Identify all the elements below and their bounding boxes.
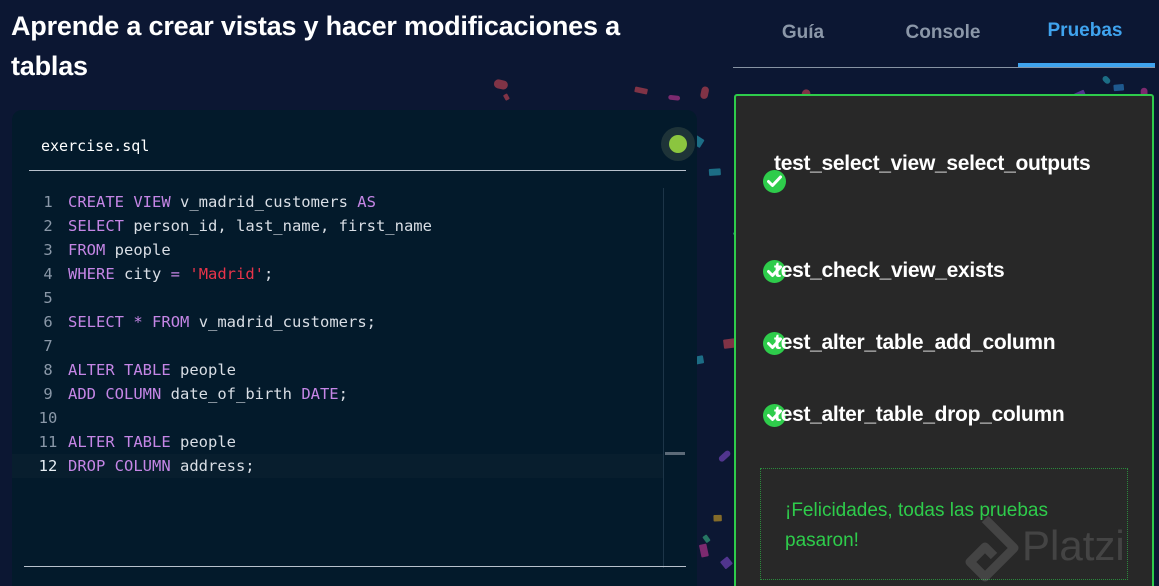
line-content: CREATE VIEW v_madrid_customers AS [68,190,376,214]
confetti-piece [699,543,709,558]
sql-keyword: FROM [152,313,190,331]
code-line[interactable]: 6 SELECT * FROM v_madrid_customers; [12,310,664,334]
editor-header: exercise.sql [29,110,695,171]
line-number: 1 [43,193,53,211]
line-number: 3 [43,241,53,259]
sql-keyword: = [170,265,181,283]
sql-keyword: * [133,313,143,331]
tab-guia[interactable]: Guía [733,22,873,44]
code-line[interactable]: 11 ALTER TABLE people [12,430,664,454]
confetti-piece [668,95,681,101]
line-content: ADD COLUMN date_of_birth DATE; [68,382,348,406]
sql-keyword: SELECT [68,313,124,331]
sql-text: people [105,241,171,259]
line-content: ALTER TABLE people [68,358,236,382]
sql-keyword: SELECT [68,217,124,235]
scrollbar-thumb[interactable] [665,452,685,455]
confetti-piece [634,86,648,95]
sql-keyword: ALTER TABLE [68,361,171,379]
line-number: 12 [38,457,58,475]
sql-string: 'Madrid' [189,265,265,283]
panel-tabs: Guía Console Pruebas [733,0,1155,70]
line-number: 6 [43,313,53,331]
sql-text: address; [170,457,255,475]
code-area[interactable]: 1 CREATE VIEW v_madrid_customers AS 2 SELEC… [12,190,664,490]
code-line[interactable]: 5 [12,286,664,310]
editor-scrollbar[interactable] [663,188,685,568]
test-item-check-view-exists: test_check_view_exists [774,259,1005,282]
line-content: DROP COLUMN address; [68,454,255,478]
active-tab-indicator [1018,63,1155,68]
sql-keyword: FROM [68,241,106,259]
sql-text: people [170,433,236,451]
line-number: 11 [38,433,58,451]
line-number: 8 [43,361,53,379]
line-content: ALTER TABLE people [68,430,236,454]
sql-keyword: ALTER TABLE [68,433,171,451]
platzi-watermark: Platzi [1022,522,1125,569]
code-line[interactable]: 12 DROP COLUMN address; [12,454,664,478]
page-title: Aprende a crear vistas y hacer modificac… [11,11,620,81]
confetti-piece [708,168,721,176]
test-results-panel: test_select_view_select_outputs test_che… [734,94,1154,586]
code-line[interactable]: 9 ADD COLUMN date_of_birth DATE; [12,382,664,406]
test-item-alter-table-drop-column: test_alter_table_drop_column [774,403,1065,426]
sql-keyword: DROP COLUMN [68,457,171,475]
sql-text: people [170,361,236,379]
line-number: 10 [38,409,58,427]
tab-pruebas[interactable]: Pruebas [1015,20,1155,42]
sql-text: ; [338,385,348,403]
line-number: 5 [43,289,53,307]
sql-keyword: AS [357,193,376,211]
code-line[interactable]: 3 FROM people [12,238,664,262]
confetti-piece [702,534,711,543]
sql-keyword: WHERE [68,265,115,283]
line-content: FROM people [68,238,171,262]
sql-keyword: ADD COLUMN [68,385,162,403]
line-number: 7 [43,337,53,355]
code-line[interactable]: 8 ALTER TABLE people [12,358,664,382]
sql-text: person_id, last_name, first_name [124,217,432,235]
sql-text: city [114,265,171,283]
confetti-piece [503,93,510,101]
line-content: WHERE city = 'Madrid'; [68,262,273,286]
code-line[interactable]: 10 [12,406,664,430]
line-content: SELECT person_id, last_name, first_name [68,214,432,238]
test-item-select-view-select-outputs: test_select_view_select_outputs [774,152,1091,175]
sql-text: ; [264,265,274,283]
code-line[interactable]: 1 CREATE VIEW v_madrid_customers AS [12,190,664,214]
platzi-logo-icon [965,515,1019,582]
sql-keyword: CREATE VIEW [68,193,171,211]
line-number: 9 [43,385,53,403]
status-indicator-icon [661,127,695,161]
sql-keyword: DATE [301,385,339,403]
test-item-alter-table-add-column: test_alter_table_add_column [774,331,1056,354]
code-line[interactable]: 2 SELECT person_id, last_name, first_name [12,214,664,238]
line-content: SELECT * FROM v_madrid_customers; [68,310,376,334]
tab-console[interactable]: Console [873,22,1013,44]
code-line[interactable]: 7 [12,334,664,358]
sql-text: v_madrid_customers; [189,313,376,331]
line-number: 4 [43,265,53,283]
confetti-piece [713,514,722,522]
sql-text: v_madrid_customers [170,193,358,211]
file-name-label: exercise.sql [41,137,150,155]
confetti-piece [1102,75,1111,84]
sql-text: date_of_birth [161,385,302,403]
line-number: 2 [43,217,53,235]
code-line[interactable]: 4 WHERE city = 'Madrid'; [12,262,664,286]
confetti-piece [718,450,731,462]
confetti-piece [700,86,709,99]
confetti-piece [1113,83,1125,92]
confetti-piece [720,556,733,569]
editor-footer-divider [24,566,686,567]
code-editor[interactable]: exercise.sql 1 CREATE VIEW v_madrid_custo… [12,110,697,586]
